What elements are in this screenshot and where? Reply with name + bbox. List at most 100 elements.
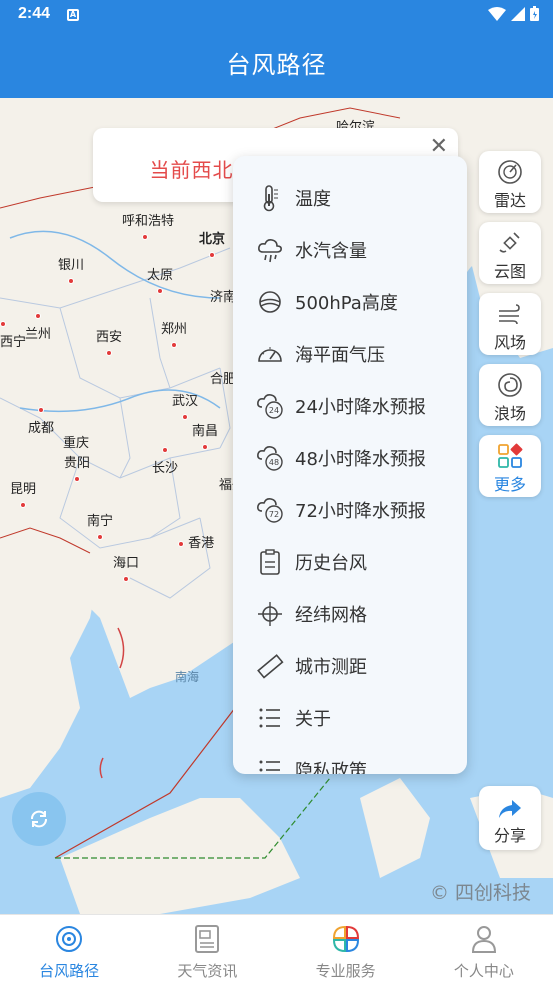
tab-professional-service[interactable]: 专业服务 xyxy=(277,915,415,984)
menu-item-label: 48小时降水预报 xyxy=(295,449,426,470)
city-dot xyxy=(68,277,74,284)
menu-item-city-distance[interactable]: 城市测距 xyxy=(233,640,467,692)
tab-label: 天气资讯 xyxy=(177,962,238,980)
city-dot xyxy=(209,251,215,258)
system-icons xyxy=(488,6,539,21)
city-label: 西安 xyxy=(96,326,122,360)
gauge-icon xyxy=(255,339,285,369)
share-icon xyxy=(499,800,521,818)
menu-item-label: 经纬网格 xyxy=(295,605,367,626)
city-label: 海口 xyxy=(113,552,139,586)
menu-item-label: 72小时降水预报 xyxy=(295,501,426,522)
share-button[interactable]: 分享 xyxy=(479,786,541,850)
crosshair-icon xyxy=(255,599,285,629)
share-label: 分享 xyxy=(493,826,526,845)
menu-item-temperature[interactable]: 温度 xyxy=(233,172,467,224)
radar-icon xyxy=(498,160,522,184)
tab-weather-news[interactable]: 天气资讯 xyxy=(138,915,276,984)
app-header: 台风路径 xyxy=(0,32,553,98)
more-label: 更多 xyxy=(493,475,526,494)
city-dot xyxy=(38,406,44,413)
menu-item-label: 500hPa高度 xyxy=(295,293,398,314)
radar-label: 雷达 xyxy=(493,191,526,210)
cloud-label: 云图 xyxy=(493,262,526,281)
city-label: 南昌 xyxy=(192,420,218,454)
city-dot xyxy=(178,540,184,547)
city-dot xyxy=(20,501,26,508)
city-dot xyxy=(35,312,41,319)
city-label: 银川 xyxy=(58,254,84,288)
news-icon xyxy=(195,925,220,953)
city-label: 昆明 xyxy=(10,478,36,512)
tab-typhoon-path[interactable]: 台风路径 xyxy=(0,915,138,984)
status-bar: 2:44 A xyxy=(0,0,553,32)
tab-personal-center[interactable]: 个人中心 xyxy=(415,915,553,984)
tab-label: 专业服务 xyxy=(315,962,376,980)
wind-field-button[interactable]: 风场 xyxy=(479,293,541,355)
wave-icon xyxy=(498,373,522,397)
wave-label: 浪场 xyxy=(493,404,526,423)
city-dot xyxy=(97,533,103,540)
typhoon-icon xyxy=(56,926,83,952)
refresh-button[interactable] xyxy=(12,792,66,846)
menu-item-label: 水汽含量 xyxy=(295,241,367,262)
notification-icon: A xyxy=(67,9,79,21)
close-icon[interactable]: ✕ xyxy=(430,136,448,158)
rain-24-icon: 24 xyxy=(255,391,285,421)
menu-item-rain-48h[interactable]: 48 48小时降水预报 xyxy=(233,432,467,484)
menu-item-grid[interactable]: 经纬网格 xyxy=(233,588,467,640)
city-dot xyxy=(182,413,188,420)
thermometer-icon xyxy=(255,183,285,213)
radar-button[interactable]: 雷达 xyxy=(479,151,541,213)
city-dot xyxy=(74,475,80,482)
user-icon xyxy=(471,926,496,953)
city-label: 郑州 xyxy=(161,318,187,352)
status-time: 2:44 xyxy=(18,5,51,22)
menu-item-privacy[interactable]: 隐私政策 xyxy=(233,744,467,774)
menu-item-rain-72h[interactable]: 72 72小时降水预报 xyxy=(233,484,467,536)
satellite-icon xyxy=(499,232,520,253)
city-label: 南宁 xyxy=(87,510,113,544)
rain-72-icon: 72 xyxy=(255,495,285,525)
menu-item-about[interactable]: 关于 xyxy=(233,692,467,744)
typhoon-map[interactable]: 哈尔滨 呼和浩特 北京 银川 太原 济南 西宁 兰州 西安 郑州 合肥 武汉 成… xyxy=(0,98,553,914)
svg-text:72: 72 xyxy=(269,510,279,519)
more-button[interactable]: 更多 xyxy=(479,435,541,497)
city-label: 呼和浩特 xyxy=(122,210,174,244)
more-layers-menu: 温度 水汽含量 500hPa高度 海平面气压 24 24小时降水预报 48 48… xyxy=(233,156,467,774)
list-icon xyxy=(255,703,285,733)
page-title: 台风路径 xyxy=(226,51,327,79)
city-dot xyxy=(157,287,163,294)
menu-item-water-vapor[interactable]: 水汽含量 xyxy=(233,224,467,276)
wind-label: 风场 xyxy=(493,333,526,352)
menu-item-label: 关于 xyxy=(295,709,331,730)
menu-item-label: 隐私政策 xyxy=(295,761,367,774)
cloud-drops-icon xyxy=(255,235,285,265)
svg-text:24: 24 xyxy=(269,406,279,415)
menu-item-history-typhoon[interactable]: 历史台风 xyxy=(233,536,467,588)
menu-item-500hpa[interactable]: 500hPa高度 xyxy=(233,276,467,328)
menu-item-rain-24h[interactable]: 24 24小时降水预报 xyxy=(233,380,467,432)
menu-item-label: 历史台风 xyxy=(295,553,367,574)
battery-icon xyxy=(530,6,539,21)
globe-icon xyxy=(255,287,285,317)
city-dot xyxy=(106,349,112,356)
bottom-nav: 台风路径 天气资讯 专业服务 个人中心 xyxy=(0,914,553,984)
svg-text:48: 48 xyxy=(269,458,279,467)
cloud-image-button[interactable]: 云图 xyxy=(479,222,541,284)
wifi-icon xyxy=(488,6,506,21)
city-label: 北京 xyxy=(199,228,225,262)
city-dot xyxy=(0,320,6,327)
menu-item-label: 城市测距 xyxy=(295,657,367,678)
menu-item-sea-pressure[interactable]: 海平面气压 xyxy=(233,328,467,380)
wind-icon xyxy=(499,304,520,325)
menu-item-label: 温度 xyxy=(295,189,331,210)
city-label: 武汉 xyxy=(172,390,198,424)
tab-label: 台风路径 xyxy=(39,962,100,980)
refresh-icon xyxy=(31,810,47,828)
city-label: 贵阳 xyxy=(64,452,90,486)
city-dot xyxy=(162,446,168,453)
wave-field-button[interactable]: 浪场 xyxy=(479,364,541,426)
signal-icon xyxy=(511,6,525,21)
city-label: 太原 xyxy=(147,264,173,298)
